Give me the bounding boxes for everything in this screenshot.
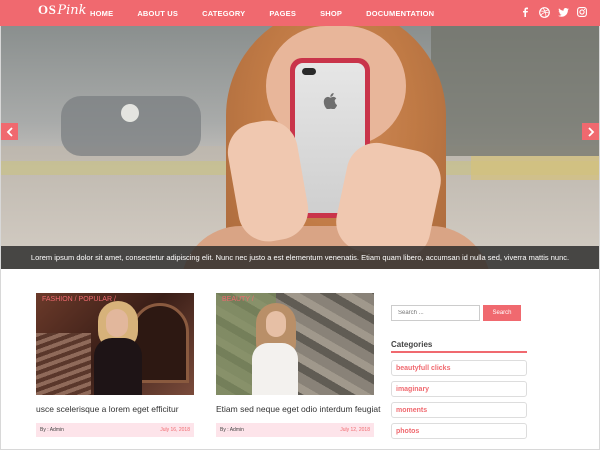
main-nav: HOME ABOUT US CATEGORY PAGES SHOP DOCUME… <box>90 0 458 26</box>
hero-caption-bar: Lorem ipsum dolor sit amet, consectetur … <box>1 246 599 269</box>
post-card[interactable]: BEAUTY / Etiam sed neque eget odio inter… <box>216 293 380 437</box>
nav-category[interactable]: CATEGORY <box>202 9 245 18</box>
nav-about-us[interactable]: ABOUT US <box>137 9 178 18</box>
post-category[interactable]: BEAUTY / <box>222 296 254 303</box>
category-link[interactable]: imaginary <box>391 381 527 397</box>
post-meta: By : Admin July 16, 2018 <box>36 423 194 437</box>
nav-home[interactable]: HOME <box>90 9 113 18</box>
hero-slider: Lorem ipsum dolor sit amet, consectetur … <box>1 26 599 269</box>
post-category[interactable]: FASHION / POPULAR / <box>42 296 116 303</box>
image-model-face <box>266 311 286 337</box>
nav-shop[interactable]: SHOP <box>320 9 342 18</box>
post-title[interactable]: Etiam sed neque eget odio interdum feugi… <box>216 404 380 414</box>
site-logo[interactable]: OS Pink <box>38 2 87 24</box>
phone-camera <box>302 68 316 75</box>
search-button[interactable]: Search <box>483 305 521 321</box>
hero-bg-right <box>431 26 599 156</box>
post-card[interactable]: FASHION / POPULAR / usce scelerisque a l… <box>36 293 194 437</box>
post-date: July 12, 2018 <box>340 427 370 433</box>
chevron-right-icon <box>587 126 594 137</box>
post-title[interactable]: usce scelerisque a lorem eget efficitur <box>36 404 194 414</box>
logo-pink-text: Pink <box>57 3 87 18</box>
category-link[interactable]: moments <box>391 402 527 418</box>
category-link[interactable]: photos <box>391 423 527 439</box>
chevron-left-icon <box>6 126 13 137</box>
categories-divider <box>391 351 527 353</box>
apple-logo-icon <box>323 93 337 109</box>
post-image[interactable]: BEAUTY / <box>216 293 374 395</box>
slider-prev-button[interactable] <box>1 123 18 140</box>
dribbble-icon[interactable] <box>538 6 550 18</box>
post-author: By : Admin <box>220 427 244 433</box>
post-image[interactable]: FASHION / POPULAR / <box>36 293 194 395</box>
nav-pages[interactable]: PAGES <box>269 9 296 18</box>
search-input[interactable] <box>391 305 480 321</box>
instagram-icon[interactable] <box>576 6 588 18</box>
slider-next-button[interactable] <box>582 123 599 140</box>
top-header: OS Pink HOME ABOUT US CATEGORY PAGES SHO… <box>0 0 600 26</box>
hero-yellow-patch <box>471 156 599 180</box>
image-stairs <box>36 333 91 395</box>
category-link[interactable]: beautyfull clicks <box>391 360 527 376</box>
image-model-dress <box>94 338 142 395</box>
post-author: By : Admin <box>40 427 64 433</box>
twitter-icon[interactable] <box>557 6 569 18</box>
image-model-face <box>106 309 128 337</box>
facebook-icon[interactable] <box>519 6 531 18</box>
post-meta: By : Admin July 12, 2018 <box>216 423 374 437</box>
post-date: July 16, 2018 <box>160 427 190 433</box>
social-links <box>512 6 588 18</box>
hero-caption: Lorem ipsum dolor sit amet, consectetur … <box>30 253 570 262</box>
image-model-dress <box>252 343 298 395</box>
hero-light <box>121 104 139 122</box>
categories-heading: Categories <box>391 340 433 349</box>
logo-os-text: OS <box>38 2 57 17</box>
nav-documentation[interactable]: DOCUMENTATION <box>366 9 434 18</box>
